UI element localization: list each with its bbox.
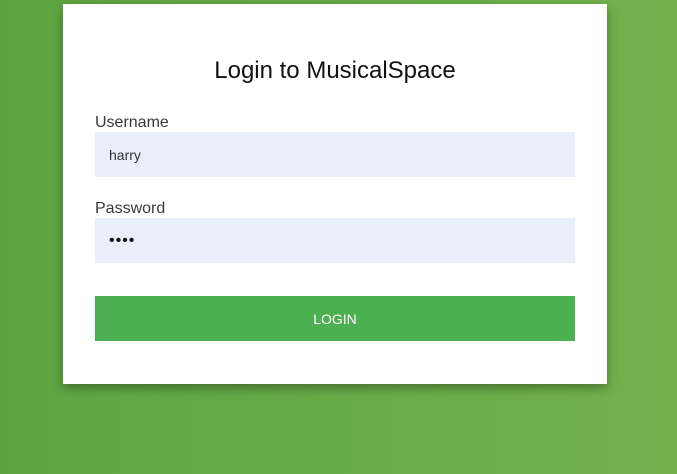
password-input[interactable] xyxy=(95,218,575,263)
login-title: Login to MusicalSpace xyxy=(214,57,456,84)
login-button[interactable]: LOGIN xyxy=(95,296,575,341)
username-label: Username xyxy=(95,114,169,131)
password-label: Password xyxy=(95,200,166,217)
login-card: Login to MusicalSpace Username Password … xyxy=(63,4,607,384)
username-input[interactable] xyxy=(95,132,575,177)
